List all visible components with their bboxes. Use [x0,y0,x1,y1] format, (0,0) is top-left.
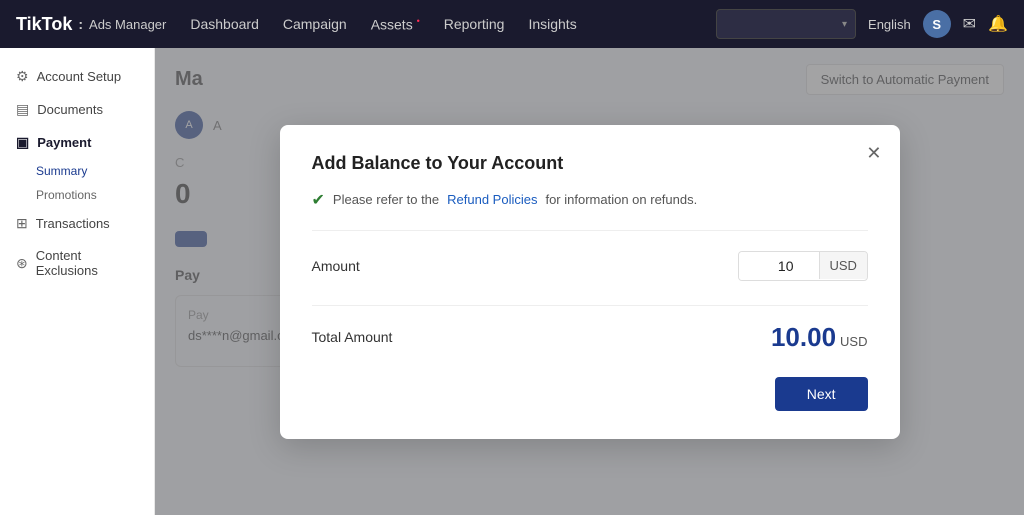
main-layout: ⚙ Account Setup ▤ Documents ▣ Payment Su… [0,48,1024,515]
content-exclusions-icon: ⊛ [16,255,28,272]
sidebar-item-payment[interactable]: ▣ Payment [0,126,154,159]
next-button[interactable]: Next [775,377,868,411]
total-amount-row: Total Amount 10.00 USD [312,305,868,377]
add-balance-modal: Add Balance to Your Account ✕ ✔ Please r… [280,125,900,439]
chevron-down-icon: ▾ [842,19,847,30]
sidebar-sub-label-summary: Summary [36,164,87,178]
sidebar-label-documents: Documents [37,102,103,117]
green-check-icon: ✔ [312,190,325,210]
mail-icon[interactable]: ✉ [963,14,976,34]
sidebar-sub-label-promotions: Promotions [36,188,97,202]
nav-reporting[interactable]: Reporting [444,16,505,33]
total-value-group: 10.00 USD [771,322,868,353]
avatar[interactable]: S [923,10,951,38]
refund-suffix-text: for information on refunds. [545,192,697,207]
modal-footer: Next [312,377,868,411]
main-nav-links: Dashboard Campaign Assets • Reporting In… [190,16,692,33]
modal-close-button[interactable]: ✕ [866,143,881,164]
total-amount-value: 10.00 [771,322,836,353]
amount-label: Amount [312,258,360,274]
amount-currency-label: USD [819,252,867,279]
amount-input-group: USD [738,251,868,281]
logo: TikTok : Ads Manager [16,14,166,35]
transactions-icon: ⊞ [16,215,28,232]
refund-policies-link[interactable]: Refund Policies [447,192,537,207]
refund-notice: ✔ Please refer to the Refund Policies fo… [312,190,868,210]
amount-row: Amount USD [312,251,868,281]
modal-divider [312,230,868,231]
document-icon: ▤ [16,101,29,118]
sidebar-sub-promotions[interactable]: Promotions [0,183,154,207]
total-currency-label: USD [840,334,867,349]
sidebar-sub-summary[interactable]: Summary [0,159,154,183]
bell-icon[interactable]: 🔔 [988,14,1008,34]
modal-title: Add Balance to Your Account [312,153,868,174]
total-amount-label: Total Amount [312,329,393,345]
modal-overlay: Add Balance to Your Account ✕ ✔ Please r… [155,48,1024,515]
sidebar: ⚙ Account Setup ▤ Documents ▣ Payment Su… [0,48,155,515]
ads-manager-label: Ads Manager [89,17,166,32]
sidebar-label-content-exclusions: Content Exclusions [36,248,138,278]
nav-campaign[interactable]: Campaign [283,16,347,33]
sidebar-item-documents[interactable]: ▤ Documents [0,93,154,126]
nav-right-area: ▾ English S ✉ 🔔 [716,9,1008,39]
content-area: Ma Switch to Automatic Payment A A C 0 P… [155,48,1024,515]
sidebar-label-transactions: Transactions [36,216,110,231]
nav-insights[interactable]: Insights [528,16,576,33]
sidebar-item-transactions[interactable]: ⊞ Transactions [0,207,154,240]
sidebar-label-payment: Payment [37,135,91,150]
top-navigation: TikTok : Ads Manager Dashboard Campaign … [0,0,1024,48]
tiktok-logo-text: TikTok [16,14,72,35]
sidebar-item-account-setup[interactable]: ⚙ Account Setup [0,60,154,93]
amount-input[interactable] [739,252,819,280]
refund-notice-text: Please refer to the [333,192,439,207]
nav-dashboard[interactable]: Dashboard [190,16,259,33]
language-selector[interactable]: English [868,17,911,32]
sidebar-item-content-exclusions[interactable]: ⊛ Content Exclusions [0,240,154,286]
gear-icon: ⚙ [16,68,29,85]
search-box[interactable]: ▾ [716,9,856,39]
sidebar-label-account-setup: Account Setup [37,69,122,84]
nav-assets[interactable]: Assets • [371,16,420,33]
payment-icon: ▣ [16,134,29,151]
